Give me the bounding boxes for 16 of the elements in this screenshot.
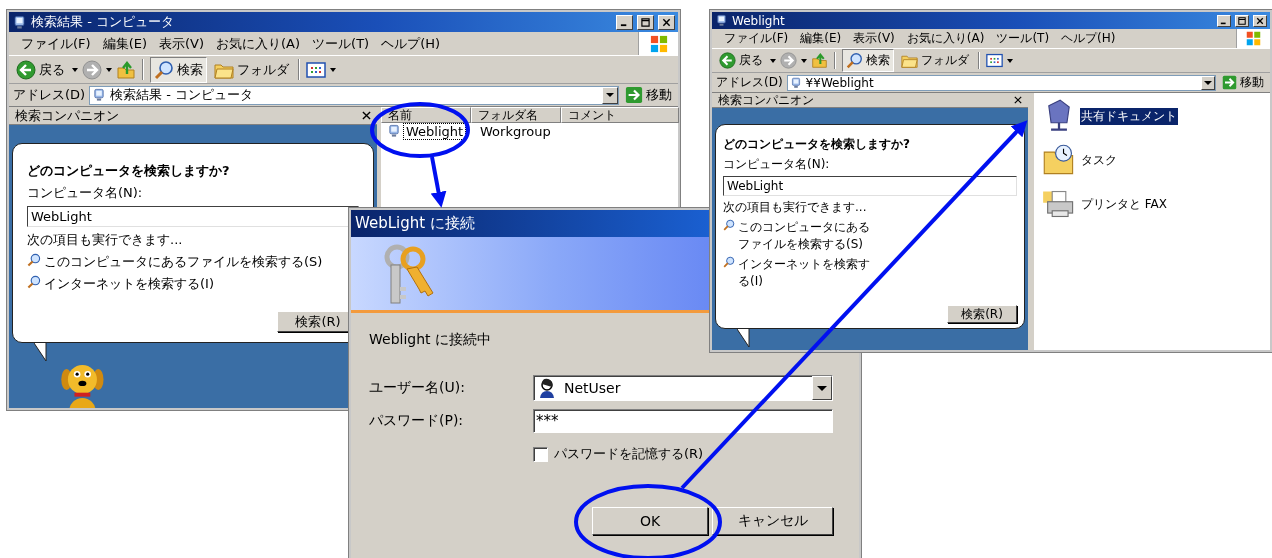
window-title: 検索結果 - コンピュータ [31, 13, 175, 31]
panel-title: 検索コンパニオン [718, 91, 814, 109]
hint-text: 次の項目も実行できます... [723, 199, 868, 216]
balloon-heading: どのコンピュータを検索しますか? [27, 162, 231, 180]
address-label: アドレス(D) [716, 74, 783, 91]
field-label: コンピュータ名(N): [27, 184, 144, 202]
table-cell-text: Workgroup [479, 122, 552, 140]
field-label: コンピュータ名(N): [723, 156, 831, 173]
field-label: ユーザー名(U): [369, 379, 466, 397]
balloon-heading: どのコンピュータを検索しますか? [723, 136, 911, 153]
window-title: Weblight [732, 13, 786, 28]
connecting-message: Weblight に接続中 [369, 331, 491, 349]
field-label: パスワード(P): [369, 412, 465, 430]
panel-title: 検索コンパニオン [15, 106, 119, 125]
hint-text: 次の項目も実行できます... [27, 231, 184, 249]
address-label: アドレス(D) [13, 86, 86, 104]
